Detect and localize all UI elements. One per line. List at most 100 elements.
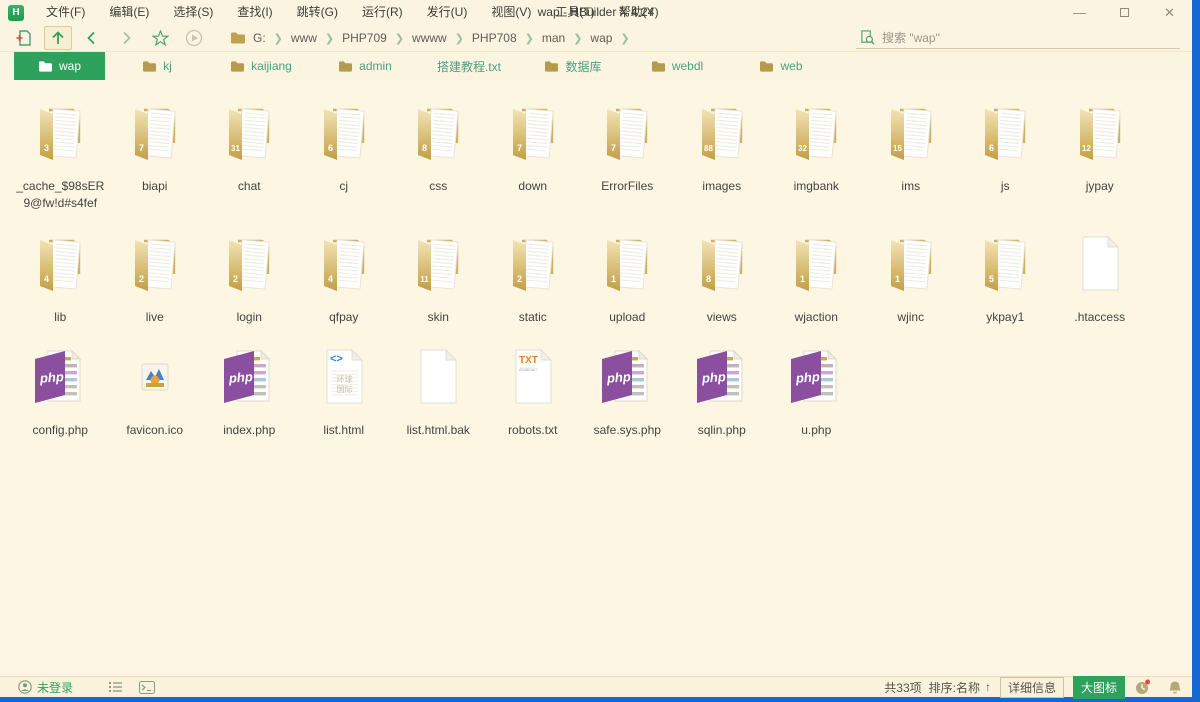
tab-web[interactable]: web: [729, 52, 833, 80]
svg-text:1: 1: [611, 274, 616, 284]
file-item[interactable]: TXT disallow:/robots.txt: [486, 345, 581, 439]
folder-item[interactable]: 15 ims: [864, 101, 959, 212]
menu-item[interactable]: 工具(T): [543, 0, 606, 25]
breadcrumb-item[interactable]: man: [537, 31, 570, 45]
file-item[interactable]: list.html.bak: [391, 345, 486, 439]
folder-item[interactable]: 3 _cache_$98sER9@fw!d#s4fef: [13, 101, 108, 212]
file-item[interactable]: php sqlin.php: [675, 345, 770, 439]
sort-direction[interactable]: ↑: [985, 680, 991, 694]
svg-text:环球: 环球: [336, 374, 352, 384]
breadcrumb-item[interactable]: wap: [585, 31, 617, 45]
up-directory-button[interactable]: [44, 26, 72, 50]
menu-item[interactable]: 文件(F): [34, 0, 97, 25]
favorite-button[interactable]: [146, 26, 174, 50]
search-input[interactable]: 搜索 "wap": [856, 28, 1180, 49]
terminal-button[interactable]: [139, 681, 155, 694]
notifications-button[interactable]: [1168, 680, 1182, 695]
menu-item[interactable]: 编辑(E): [97, 0, 161, 25]
file-item[interactable]: .htaccess: [1053, 232, 1148, 326]
breadcrumb-item[interactable]: wwww: [407, 31, 452, 45]
terminal-icon: [139, 681, 155, 694]
back-button[interactable]: [78, 26, 106, 50]
menu-item[interactable]: 运行(R): [350, 0, 415, 25]
file-item[interactable]: php u.php: [769, 345, 864, 439]
svg-text:32: 32: [798, 144, 807, 153]
folder-icon: 7: [123, 101, 187, 165]
tab-admin[interactable]: admin: [313, 52, 417, 80]
menu-item[interactable]: 视图(V): [479, 0, 543, 25]
new-file-button[interactable]: [10, 26, 38, 50]
generic-file-icon: [406, 345, 470, 409]
folder-item[interactable]: 31 chat: [202, 101, 297, 212]
breadcrumb-item[interactable]: PHP709: [337, 31, 392, 45]
folder-item[interactable]: 5 ykpay1: [958, 232, 1053, 326]
folder-icon: [544, 60, 559, 73]
folder-item[interactable]: 12 jypay: [1053, 101, 1148, 212]
minimize-button[interactable]: —: [1057, 0, 1102, 25]
login-status[interactable]: 未登录: [18, 679, 73, 696]
menu-item[interactable]: 帮助(Y): [607, 0, 671, 25]
folder-item[interactable]: 1 wjinc: [864, 232, 959, 326]
folder-item[interactable]: 1 wjaction: [769, 232, 864, 326]
file-name-label: js: [1001, 178, 1010, 195]
menu-item[interactable]: 跳转(G): [285, 0, 350, 25]
folder-item[interactable]: 2 static: [486, 232, 581, 326]
chevron-right-icon: [118, 30, 134, 46]
breadcrumb: G:❯www❯PHP709❯wwww❯PHP708❯man❯wap❯: [230, 31, 633, 45]
folder-item[interactable]: 7 ErrorFiles: [580, 101, 675, 212]
outline-list-button[interactable]: [109, 681, 123, 694]
folder-item[interactable]: 7 biapi: [108, 101, 203, 212]
forward-button[interactable]: [112, 26, 140, 50]
run-button[interactable]: [180, 26, 208, 50]
tab-kaijiang[interactable]: kaijiang: [209, 52, 313, 80]
maximize-button[interactable]: [1102, 0, 1147, 25]
folder-item[interactable]: 4 lib: [13, 232, 108, 326]
tab-wap[interactable]: wap: [14, 52, 105, 80]
large-icons-view-button[interactable]: 大图标: [1073, 676, 1125, 699]
tab-搭建教程.txt[interactable]: 搭建教程.txt: [417, 52, 521, 80]
svg-text:7: 7: [517, 143, 522, 153]
sort-label[interactable]: 排序:名称: [929, 679, 980, 696]
file-name-label: cj: [339, 178, 348, 195]
breadcrumb-separator: ❯: [452, 32, 467, 45]
svg-text:php: php: [795, 369, 821, 386]
folder-item[interactable]: 32 imgbank: [769, 101, 864, 212]
file-item[interactable]: favicon.ico: [108, 345, 203, 439]
folder-item[interactable]: 4 qfpay: [297, 232, 392, 326]
folder-icon: 31: [217, 101, 281, 165]
folder-item[interactable]: 88 images: [675, 101, 770, 212]
tab-webdl[interactable]: webdl: [625, 52, 729, 80]
folder-item[interactable]: 7 down: [486, 101, 581, 212]
folder-item[interactable]: 1 upload: [580, 232, 675, 326]
svg-text:12: 12: [1082, 144, 1091, 153]
generic-file-icon: [1068, 232, 1132, 296]
tab-数据库[interactable]: 数据库: [521, 52, 625, 80]
file-item[interactable]: <> 环球 国际list.html: [297, 345, 392, 439]
menu-item[interactable]: 发行(U): [415, 0, 480, 25]
file-name-label: biapi: [142, 178, 167, 195]
breadcrumb-item[interactable]: PHP708: [467, 31, 522, 45]
close-button[interactable]: ✕: [1147, 0, 1192, 25]
breadcrumb-item[interactable]: G:: [248, 31, 271, 45]
file-item[interactable]: php index.php: [202, 345, 297, 439]
folder-item[interactable]: 6 js: [958, 101, 1053, 212]
file-item[interactable]: php safe.sys.php: [580, 345, 675, 439]
folder-item[interactable]: 6 cj: [297, 101, 392, 212]
folder-item[interactable]: 2 live: [108, 232, 203, 326]
update-notification-button[interactable]: [1134, 679, 1151, 695]
details-view-button[interactable]: 详细信息: [1000, 677, 1064, 698]
file-item[interactable]: php config.php: [13, 345, 108, 439]
php-file-icon: php: [28, 345, 92, 409]
menu-item[interactable]: 选择(S): [161, 0, 225, 25]
tab-kj[interactable]: kj: [105, 52, 209, 80]
breadcrumb-item[interactable]: www: [286, 31, 322, 45]
folder-item[interactable]: 8 css: [391, 101, 486, 212]
folder-item[interactable]: 8 views: [675, 232, 770, 326]
folder-icon: 8: [690, 232, 754, 296]
menu-item[interactable]: 查找(I): [225, 0, 284, 25]
folder-item[interactable]: 2 login: [202, 232, 297, 326]
file-name-label: _cache_$98sER9@fw!d#s4fef: [14, 178, 106, 212]
txt-file-icon: TXT disallow:/: [501, 345, 565, 409]
tab-label: kaijiang: [251, 59, 292, 73]
folder-item[interactable]: 11 skin: [391, 232, 486, 326]
